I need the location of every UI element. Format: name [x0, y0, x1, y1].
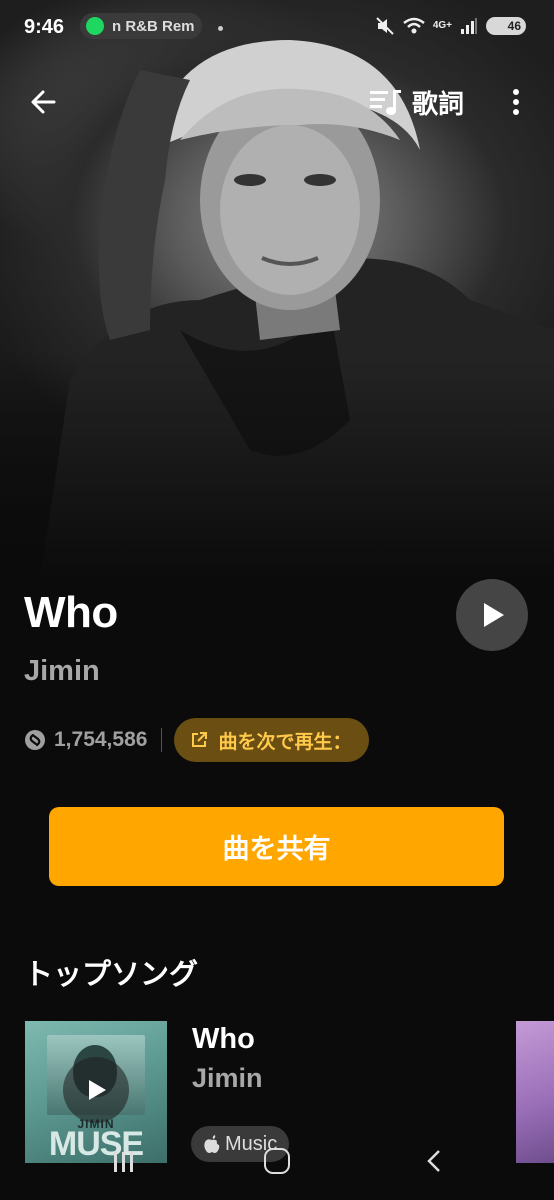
- lyrics-icon: [370, 90, 401, 115]
- play-next-label: 曲を次で再生：: [218, 731, 352, 753]
- play-button[interactable]: [456, 579, 528, 651]
- track-stats: 1,754,586 曲を次で再生：: [24, 718, 370, 762]
- notification-dot: [218, 26, 223, 31]
- signal-icon: [461, 18, 477, 34]
- lyrics-button[interactable]: 歌詞: [368, 84, 464, 120]
- external-link-icon: [192, 732, 208, 747]
- play-icon: [89, 1080, 106, 1100]
- lyrics-label: 歌詞: [412, 88, 465, 119]
- artist-hero-image: [0, 0, 554, 580]
- battery-level: 46: [507, 19, 521, 33]
- play-next-button[interactable]: 曲を次で再生：: [174, 718, 370, 762]
- network-type: 4G+: [432, 20, 452, 31]
- play-icon: [484, 603, 504, 627]
- kebab-icon: [513, 89, 519, 115]
- media-notification-pill[interactable]: n R&B Rem: [80, 13, 202, 39]
- media-pill-text: n R&B Rem: [112, 17, 195, 35]
- system-icons: 4G+ 46: [375, 16, 526, 36]
- shazam-icon: [25, 730, 45, 750]
- spotify-icon: [86, 17, 104, 35]
- mute-icon: [376, 17, 394, 35]
- recent-apps-icon[interactable]: [112, 1150, 136, 1174]
- stats-divider: [161, 728, 163, 752]
- back-button[interactable]: [26, 84, 62, 120]
- shazam-count: 1,754,586: [54, 728, 148, 751]
- top-songs-heading: トップソング: [24, 959, 199, 991]
- top-song-play-button[interactable]: [63, 1057, 129, 1123]
- top-song-title[interactable]: Who: [192, 1023, 255, 1056]
- status-time: 9:46: [24, 16, 65, 38]
- wifi-icon: [403, 17, 425, 34]
- more-options-button[interactable]: [504, 84, 528, 120]
- top-song-artist[interactable]: Jimin: [192, 1063, 263, 1094]
- home-icon[interactable]: [264, 1148, 290, 1174]
- share-song-label: 曲を共有: [222, 834, 331, 864]
- system-back-icon[interactable]: [424, 1148, 444, 1174]
- battery-indicator: 46: [486, 17, 526, 35]
- track-title: Who: [24, 588, 118, 637]
- share-song-button[interactable]: 曲を共有: [49, 807, 504, 886]
- status-bar: 9:46 n R&B Rem 4G+ 46: [0, 0, 554, 54]
- arrow-left-icon: [31, 90, 56, 114]
- track-artist[interactable]: Jimin: [24, 655, 100, 688]
- hero-fade-overlay: [0, 360, 554, 580]
